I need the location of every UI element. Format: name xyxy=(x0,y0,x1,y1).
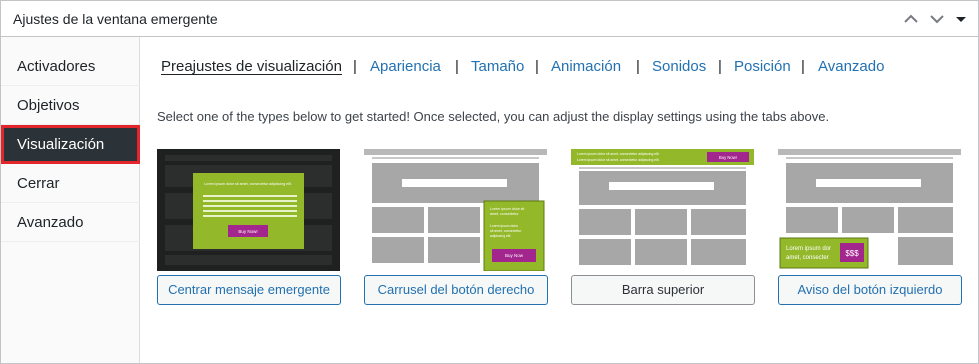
tab-separator: | xyxy=(801,58,805,75)
thumb-text: amet, consecter xyxy=(786,255,829,261)
intro-text: Select one of the types below to get sta… xyxy=(157,109,830,124)
preset-button-left-notice[interactable]: Aviso del botón izquierdo xyxy=(778,275,962,305)
tab-separator: | xyxy=(535,58,539,75)
preset-button-top-bar[interactable]: Barra superior xyxy=(571,275,755,305)
thumb-text: Lorem ipsum dolor sit amet, consectetur … xyxy=(577,158,660,162)
popup-settings-panel: Ajustes de la ventana emergente Activado… xyxy=(0,0,979,364)
sidebar-item-avanzado[interactable]: Avanzado xyxy=(1,203,140,242)
thumb-text: Lorem ipsum dolor xyxy=(490,224,519,228)
thumb-button: $$$ xyxy=(845,249,859,258)
preset-thumb-left-notice[interactable]: Lorem ipsum dor amet, consecter $$$ xyxy=(778,149,961,271)
thumb-text: sit amet, consectetur xyxy=(490,229,522,233)
preset-thumb-right-slide[interactable]: Lorem ipsum dolor sit amet, consectetur … xyxy=(364,149,547,272)
panel-header: Ajustes de la ventana emergente xyxy=(1,1,978,37)
settings-sidebar: Activadores Objetivos Visualización Cerr… xyxy=(1,37,140,363)
sidebar-item-activadores[interactable]: Activadores xyxy=(1,47,140,86)
chevron-down-icon[interactable] xyxy=(927,9,947,29)
tab-posicion[interactable]: Posición xyxy=(734,58,791,75)
preset-button-right-slide[interactable]: Carrusel del botón derecho xyxy=(364,275,548,305)
tab-apariencia[interactable]: Apariencia xyxy=(370,58,441,75)
thumb-text: Lorem ipsum dolor sit amet, consectetur … xyxy=(204,182,292,186)
sidebar-item-visualizacion[interactable]: Visualización xyxy=(1,125,140,164)
chevron-up-icon[interactable] xyxy=(901,9,921,29)
tab-separator: | xyxy=(718,58,722,75)
thumb-button: Buy Now xyxy=(505,253,524,258)
thumb-text: Lorem ipsum dolor sit amet, consectetur … xyxy=(577,152,660,156)
sidebar-item-objetivos[interactable]: Objetivos xyxy=(1,86,140,125)
preset-thumb-top-bar[interactable]: Lorem ipsum dolor sit amet, consectetur … xyxy=(571,149,754,271)
tab-animacion[interactable]: Animación xyxy=(551,58,621,75)
thumb-button: Buy Now! xyxy=(238,229,257,234)
tab-sonidos[interactable]: Sonidos xyxy=(652,58,706,75)
tab-avanzado[interactable]: Avanzado xyxy=(818,58,884,75)
thumb-text: adipiscing elit. xyxy=(490,234,511,238)
preset-button-center-popup[interactable]: Centrar mensaje emergente xyxy=(157,275,341,305)
panel-title: Ajustes de la ventana emergente xyxy=(13,11,218,27)
tab-separator: | xyxy=(636,58,640,75)
tab-separator: | xyxy=(455,58,459,75)
tab-tamano[interactable]: Tamaño xyxy=(471,58,524,75)
thumb-button: Buy Now! xyxy=(719,155,737,160)
preset-thumb-center-popup[interactable]: Lorem ipsum dolor sit amet, consectetur … xyxy=(157,149,340,271)
tab-preajustes[interactable]: Preajustes de visualización xyxy=(161,58,342,75)
tab-separator: | xyxy=(353,58,357,75)
thumb-text: Lorem ipsum dolor sit xyxy=(490,207,524,211)
thumb-text: amet, consectetur xyxy=(490,212,519,216)
caret-down-icon[interactable] xyxy=(951,9,971,29)
thumb-text: Lorem ipsum dor xyxy=(786,246,831,252)
sidebar-item-cerrar[interactable]: Cerrar xyxy=(1,164,140,203)
